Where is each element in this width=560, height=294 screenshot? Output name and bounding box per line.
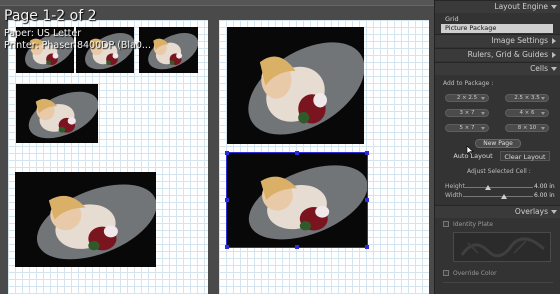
resize-handle[interactable]	[295, 151, 299, 155]
mouse-cursor-icon	[466, 141, 474, 156]
page-count-overlay: Page 1-2 of 2	[4, 8, 97, 24]
width-slider-track[interactable]	[463, 196, 533, 197]
image-settings-header[interactable]: Image Settings	[435, 34, 560, 47]
paper-info-overlay: Paper: US Letter	[4, 28, 82, 39]
image-settings-title: Image Settings	[491, 36, 548, 45]
photo-cell[interactable]	[15, 172, 156, 267]
identity-plate-label: Identity Plate	[453, 221, 493, 228]
dropdown-caret-icon[interactable]	[481, 112, 485, 115]
layout-engine-title: Layout Engine	[494, 2, 548, 11]
size-label: 8 × 10	[517, 125, 537, 131]
selected-photo-cell[interactable]	[226, 152, 368, 248]
identity-plate-preview[interactable]	[453, 232, 551, 262]
print-canvas: Page 1-2 of 2 Paper: US Letter Printer: …	[0, 0, 434, 294]
overlays-title: Overlays	[514, 207, 548, 216]
panel-bottom-rule	[443, 282, 553, 283]
dropdown-caret-icon[interactable]	[541, 112, 545, 115]
adjust-selected-cell-label: Adjust Selected Cell :	[467, 168, 531, 175]
resize-handle[interactable]	[365, 151, 369, 155]
size-button-8x10[interactable]: 8 × 10	[505, 124, 549, 132]
wedding-photo-image	[15, 172, 156, 267]
size-label: 3 × 7	[459, 110, 475, 116]
size-label: 4 × 6	[519, 110, 535, 116]
resize-handle[interactable]	[225, 245, 229, 249]
override-color-label: Override Color	[453, 270, 497, 277]
dropdown-caret-icon[interactable]	[541, 127, 545, 130]
print-page-2	[219, 20, 429, 294]
resize-handle[interactable]	[365, 198, 369, 202]
size-button-4x6[interactable]: 4 × 6	[505, 109, 549, 117]
collapse-triangle-icon[interactable]	[551, 67, 557, 71]
layout-engine-grid[interactable]: Grid	[441, 15, 553, 24]
dropdown-caret-icon[interactable]	[541, 97, 545, 100]
expand-triangle-icon[interactable]	[552, 38, 556, 44]
printer-info-overlay: Printer: Phaser 8400DP (Bla0...	[4, 40, 151, 51]
photo-cell[interactable]	[16, 84, 98, 143]
new-page-button[interactable]: New Page	[475, 139, 521, 148]
dropdown-caret-icon[interactable]	[481, 97, 485, 100]
overlays-header[interactable]: Overlays	[435, 205, 560, 218]
resize-handle[interactable]	[225, 151, 229, 155]
width-label: Width	[445, 192, 463, 199]
resize-handle[interactable]	[295, 245, 299, 249]
size-button-5x7[interactable]: 5 × 7	[445, 124, 489, 132]
expand-triangle-icon[interactable]	[552, 52, 556, 58]
wedding-photo-image	[16, 84, 98, 143]
print-page-1	[8, 20, 208, 294]
photo-cell[interactable]	[227, 27, 364, 144]
add-to-package-label: Add to Package :	[443, 80, 494, 87]
size-button-3x7[interactable]: 3 × 7	[445, 109, 489, 117]
layout-engine-picture-package[interactable]: Picture Package	[441, 24, 553, 33]
cells-header[interactable]: Cells	[435, 62, 560, 75]
layout-engine-header[interactable]: Layout Engine	[435, 0, 560, 13]
resize-handle[interactable]	[365, 245, 369, 249]
rulers-grid-guides-title: Rulers, Grid & Guides	[467, 50, 548, 59]
cells-title: Cells	[530, 64, 548, 73]
size-label: 2 × 2.5	[456, 95, 478, 101]
height-value[interactable]: 4.00 in	[534, 183, 555, 190]
rulers-grid-guides-header[interactable]: Rulers, Grid & Guides	[435, 48, 560, 61]
collapse-triangle-icon[interactable]	[551, 5, 557, 9]
wedding-photo-image	[227, 153, 367, 247]
override-color-checkbox[interactable]	[443, 270, 449, 276]
size-label: 5 × 7	[459, 125, 475, 131]
width-value[interactable]: 6.00 in	[534, 192, 555, 199]
resize-handle[interactable]	[225, 198, 229, 202]
clear-layout-button[interactable]: Clear Layout	[500, 151, 550, 161]
height-slider-track[interactable]	[463, 187, 533, 188]
width-slider-thumb[interactable]	[501, 194, 507, 199]
right-panel: Layout Engine Grid Picture Package Image…	[434, 0, 560, 294]
top-ruler	[0, 0, 434, 6]
identity-plate-checkbox[interactable]	[443, 221, 449, 227]
identity-plate-watermark-icon	[460, 237, 546, 258]
wedding-photo-image	[227, 27, 364, 144]
height-slider-thumb[interactable]	[485, 185, 491, 190]
size-button-2x2.5[interactable]: 2 × 2.5	[445, 94, 489, 102]
height-label: Height	[445, 183, 465, 190]
dropdown-caret-icon[interactable]	[481, 127, 485, 130]
size-button-2.5x3.5[interactable]: 2.5 × 3.5	[505, 94, 549, 102]
size-label: 2.5 × 3.5	[514, 95, 540, 101]
auto-layout-button[interactable]: Auto Layout	[449, 151, 497, 161]
collapse-triangle-icon[interactable]	[551, 210, 557, 214]
